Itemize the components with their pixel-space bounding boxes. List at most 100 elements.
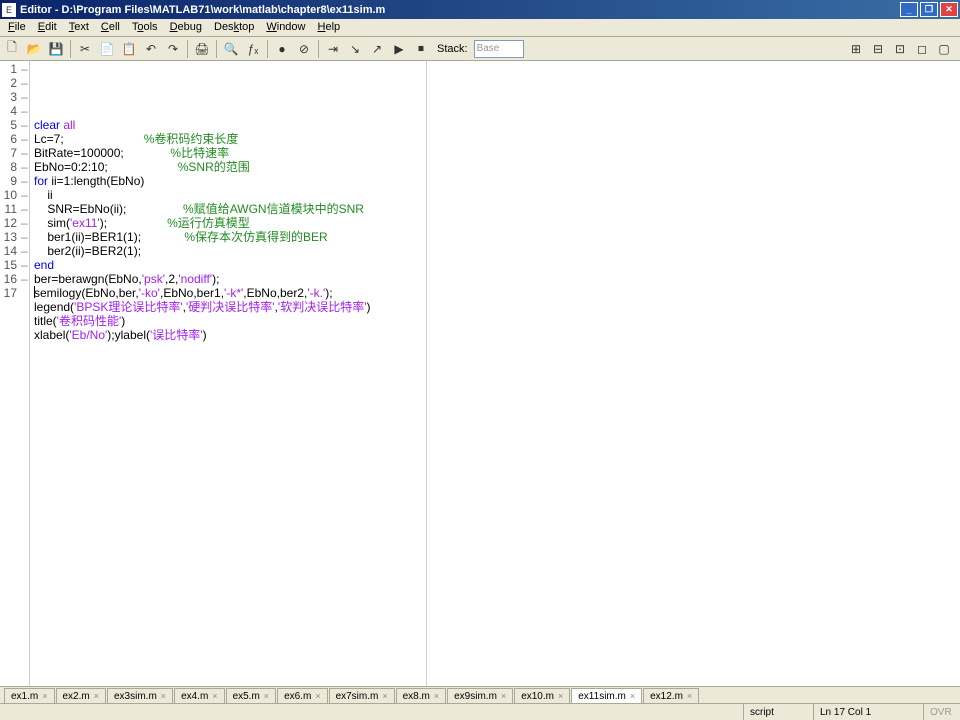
undo-button[interactable]: ↶ bbox=[141, 39, 161, 59]
find-button[interactable]: 🔍 bbox=[221, 39, 241, 59]
tile-button-1[interactable]: ⊞ bbox=[846, 39, 866, 59]
code-line[interactable]: for ii=1:length(EbNo) bbox=[34, 174, 960, 188]
open-file-button[interactable]: 📂 bbox=[24, 39, 44, 59]
step-in-button[interactable]: ↘ bbox=[345, 39, 365, 59]
code-line[interactable]: xlabel('Eb/No');ylabel('误比特率') bbox=[34, 328, 960, 342]
function-button[interactable]: ƒₓ bbox=[243, 39, 263, 59]
code-line[interactable]: end bbox=[34, 258, 960, 272]
tab-close-icon[interactable]: × bbox=[94, 691, 99, 701]
tab-close-icon[interactable]: × bbox=[434, 691, 439, 701]
line-number[interactable]: 11– bbox=[0, 202, 27, 216]
line-number[interactable]: 3– bbox=[0, 90, 27, 104]
code-editor[interactable]: clear allLc=7; %卷积码约束长度BitRate=100000; %… bbox=[30, 61, 960, 686]
minimize-button[interactable]: _ bbox=[900, 2, 918, 17]
line-number[interactable]: 17 bbox=[0, 286, 27, 300]
clear-breakpoint-button[interactable]: ⊘ bbox=[294, 39, 314, 59]
status-ovr: OVR bbox=[924, 704, 960, 720]
line-number[interactable]: 4– bbox=[0, 104, 27, 118]
document-tab[interactable]: ex6.m× bbox=[277, 688, 328, 703]
menu-edit[interactable]: Edit bbox=[32, 19, 63, 36]
tile-button-4[interactable]: ◻ bbox=[912, 39, 932, 59]
tab-close-icon[interactable]: × bbox=[630, 691, 635, 701]
menu-cell[interactable]: Cell bbox=[95, 19, 126, 36]
tile-button-5[interactable]: ▢ bbox=[934, 39, 954, 59]
line-number[interactable]: 10– bbox=[0, 188, 27, 202]
document-tab[interactable]: ex5.m × bbox=[226, 688, 277, 703]
tab-close-icon[interactable]: × bbox=[558, 691, 563, 701]
line-number[interactable]: 8– bbox=[0, 160, 27, 174]
cut-button[interactable]: ✂ bbox=[75, 39, 95, 59]
run-button[interactable]: ▶ bbox=[389, 39, 409, 59]
code-line[interactable]: ber2(ii)=BER2(1); bbox=[34, 244, 960, 258]
maximize-button[interactable]: ❐ bbox=[920, 2, 938, 17]
paste-button[interactable]: 📋 bbox=[119, 39, 139, 59]
print-button[interactable]: 🖨 bbox=[192, 39, 212, 59]
stack-label: Stack: bbox=[437, 43, 468, 55]
tab-label: ex2.m bbox=[63, 691, 90, 702]
line-number[interactable]: 5– bbox=[0, 118, 27, 132]
code-line[interactable]: EbNo=0:2:10; %SNR的范围 bbox=[34, 160, 960, 174]
code-line[interactable]: SNR=EbNo(ii); %赋值给AWGN信道模块中的SNR bbox=[34, 202, 960, 216]
document-tab[interactable]: ex9sim.m× bbox=[447, 688, 513, 703]
menu-desktop[interactable]: Desktop bbox=[208, 19, 260, 36]
menu-file[interactable]: File bbox=[2, 19, 32, 36]
document-tab[interactable]: ex1.m× bbox=[4, 688, 55, 703]
line-number[interactable]: 6– bbox=[0, 132, 27, 146]
tile-button-3[interactable]: ⊡ bbox=[890, 39, 910, 59]
exit-debug-button[interactable]: ⏹ bbox=[411, 39, 431, 59]
tab-close-icon[interactable]: × bbox=[687, 691, 692, 701]
new-file-button[interactable]: 🗋 bbox=[2, 39, 22, 59]
tab-label: ex5.m bbox=[233, 691, 260, 702]
tab-close-icon[interactable]: × bbox=[161, 691, 166, 701]
line-number[interactable]: 1– bbox=[0, 62, 27, 76]
menu-window[interactable]: Window bbox=[260, 19, 311, 36]
code-line[interactable]: Lc=7; %卷积码约束长度 bbox=[34, 132, 960, 146]
code-line[interactable]: ber1(ii)=BER1(1); %保存本次仿真得到的BER bbox=[34, 230, 960, 244]
tab-close-icon[interactable]: × bbox=[315, 691, 320, 701]
document-tab[interactable]: ex8.m× bbox=[396, 688, 447, 703]
copy-button[interactable]: 📄 bbox=[97, 39, 117, 59]
tab-close-icon[interactable]: × bbox=[212, 691, 217, 701]
code-line[interactable]: sim('ex11'); %运行仿真模型 bbox=[34, 216, 960, 230]
line-number[interactable]: 12– bbox=[0, 216, 27, 230]
code-line[interactable]: semilogy(EbNo,ber,'-ko',EbNo,ber1,'-k*',… bbox=[34, 286, 960, 300]
line-number[interactable]: 13– bbox=[0, 230, 27, 244]
line-number[interactable]: 15– bbox=[0, 258, 27, 272]
line-number[interactable]: 16– bbox=[0, 272, 27, 286]
code-line[interactable]: legend('BPSK理论误比特率','硬判决误比特率','软判决误比特率') bbox=[34, 300, 960, 314]
document-tab[interactable]: ex10.m× bbox=[514, 688, 570, 703]
menu-tools[interactable]: Tools bbox=[126, 19, 164, 36]
save-button[interactable]: 💾 bbox=[46, 39, 66, 59]
menu-text[interactable]: Text bbox=[63, 19, 95, 36]
tile-button-2[interactable]: ⊟ bbox=[868, 39, 888, 59]
code-line[interactable]: BitRate=100000; %比特速率 bbox=[34, 146, 960, 160]
code-line[interactable]: ii bbox=[34, 188, 960, 202]
code-line[interactable]: clear all bbox=[34, 118, 960, 132]
tab-close-icon[interactable]: × bbox=[382, 691, 387, 701]
tab-close-icon[interactable]: × bbox=[264, 691, 269, 701]
step-button[interactable]: ⇥ bbox=[323, 39, 343, 59]
line-number[interactable]: 7– bbox=[0, 146, 27, 160]
step-out-button[interactable]: ↗ bbox=[367, 39, 387, 59]
close-button[interactable]: ✕ bbox=[940, 2, 958, 17]
menu-debug[interactable]: Debug bbox=[164, 19, 208, 36]
tab-close-icon[interactable]: × bbox=[42, 691, 47, 701]
document-tab[interactable]: ex4.m× bbox=[174, 688, 225, 703]
code-line[interactable]: ber=berawgn(EbNo,'psk',2,'nodiff'); bbox=[34, 272, 960, 286]
document-tab[interactable]: ex2.m × bbox=[56, 688, 107, 703]
document-tab[interactable]: ex7sim.m× bbox=[329, 688, 395, 703]
line-number[interactable]: 14– bbox=[0, 244, 27, 258]
redo-button[interactable]: ↷ bbox=[163, 39, 183, 59]
set-breakpoint-button[interactable]: ● bbox=[272, 39, 292, 59]
document-tab[interactable]: ex11sim.m× bbox=[571, 688, 642, 703]
line-number-gutter[interactable]: 1–2–3–4–5–6–7–8–9–10–11–12–13–14–15–16–1… bbox=[0, 61, 30, 686]
code-line[interactable]: title('卷积码性能') bbox=[34, 314, 960, 328]
document-tab[interactable]: ex12.m× bbox=[643, 688, 699, 703]
tab-close-icon[interactable]: × bbox=[501, 691, 506, 701]
menu-help[interactable]: Help bbox=[312, 19, 347, 36]
line-number[interactable]: 2– bbox=[0, 76, 27, 90]
code-line[interactable] bbox=[34, 342, 960, 356]
line-number[interactable]: 9– bbox=[0, 174, 27, 188]
document-tab[interactable]: ex3sim.m× bbox=[107, 688, 173, 703]
stack-combo[interactable]: Base bbox=[474, 40, 524, 58]
